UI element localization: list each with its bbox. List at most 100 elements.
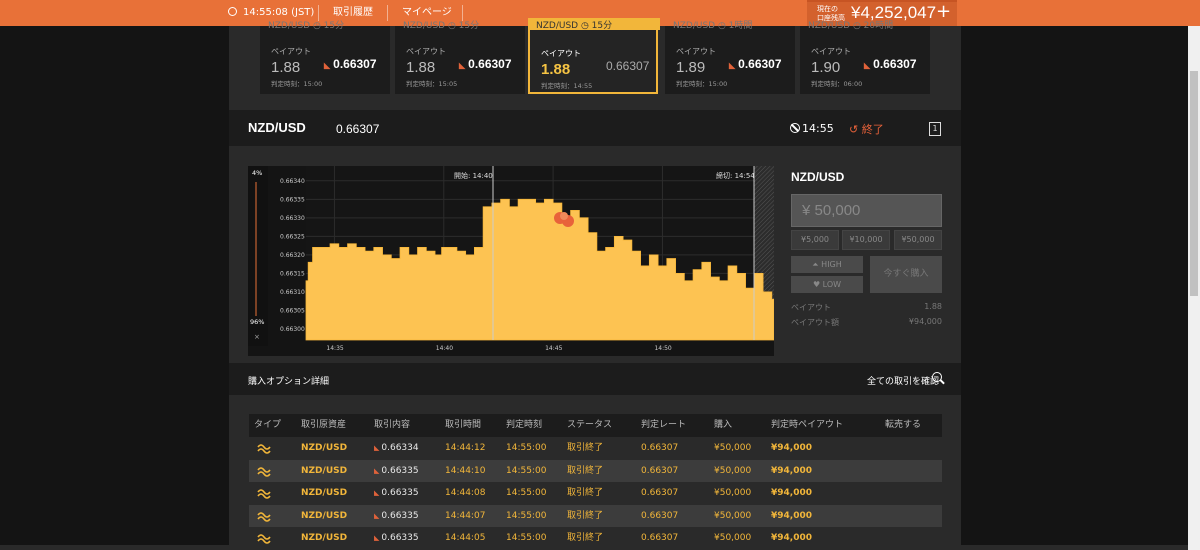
scrollbar-thumb[interactable]	[1190, 71, 1198, 296]
payout-label: ペイアウト	[676, 47, 716, 56]
amount-input[interactable]: ¥ 50,000	[791, 194, 942, 227]
y-tick-label: 0.66315	[280, 270, 305, 277]
rate-value: 0.66307	[738, 57, 782, 71]
search-icon[interactable]	[932, 372, 942, 382]
amount-chip[interactable]: ¥5,000	[791, 230, 839, 250]
col-header: 取引内容	[374, 420, 411, 430]
cell-time: 14:44:12	[445, 443, 486, 453]
payout-value: 1.90	[811, 59, 841, 76]
col-header: 判定時刻	[506, 420, 543, 430]
x-tick-label: 14:35	[326, 345, 343, 352]
cell-buy: ¥50,000	[714, 510, 752, 521]
payout-value: 1.88	[406, 59, 436, 76]
amount-chip[interactable]: ¥10,000	[842, 230, 890, 250]
asset-time-text: 14:55	[802, 122, 834, 135]
cell-content: ◣ 0.66335	[374, 460, 419, 483]
clock-icon	[228, 7, 237, 16]
payout-value: 1.88	[541, 61, 571, 78]
cell-asset: NZD/USD	[301, 465, 348, 476]
cell-asset: NZD/USD	[301, 510, 348, 521]
option-card[interactable]: NZD/USD ◷ 1時間 ペイアウト 1.89 ◣ 0.66307 判定時刻：1…	[665, 21, 795, 94]
start-label: 開始: 14:40	[454, 171, 493, 180]
table-row[interactable]: NZD/USD ◣ 0.66334 14:44:12 14:55:00 取引終了 0.663…	[249, 437, 942, 460]
col-header: 購入	[714, 420, 733, 430]
judge-time: 判定時刻：14:55	[541, 82, 593, 90]
down-arrow-icon: ◣	[324, 61, 331, 70]
table-row[interactable]: NZD/USD ◣ 0.66335 14:44:07 14:55:00 取引終了 0.663…	[249, 504, 942, 527]
down-arrow-icon: ◣	[459, 61, 466, 70]
col-header: 判定レート	[641, 420, 687, 430]
cell-content: ◣ 0.66334	[374, 437, 419, 460]
cell-asset: NZD/USD	[301, 488, 348, 498]
card-rate: ◣ 0.66307	[864, 57, 917, 71]
chart-window-icon[interactable]: 1	[929, 122, 941, 136]
x-tick-label: 14:45	[545, 345, 562, 352]
payout-value: 1.89	[676, 59, 706, 76]
all-trades-link[interactable]: 全ての取引を確認	[867, 374, 939, 387]
cell-payout: ¥94,000	[771, 443, 812, 453]
judge-time: 判定時刻：06:00	[811, 80, 863, 88]
trade-panel: NZD/USD ¥ 50,000 ¥5,000 ¥10,000 ¥50,000 …	[790, 166, 942, 356]
ratio-bottom-label: 96%	[250, 318, 264, 326]
high-label: HIGH	[821, 260, 842, 269]
table-row[interactable]: NZD/USD ◣ 0.66335 14:44:08 14:55:00 取引終了 0.663…	[249, 482, 942, 505]
payout-row-value: 1.88	[924, 302, 942, 311]
amount-chip[interactable]: ¥50,000	[894, 230, 942, 250]
option-card[interactable]: NZD/USD ◷ 15分 ペイアウト 1.88 ◣ 0.66307 判定時刻：1…	[395, 21, 525, 94]
card-rate: ◣ 0.66307	[324, 57, 377, 71]
y-tick-label: 0.66305	[280, 307, 305, 314]
cell-payout: ¥94,000	[771, 510, 812, 521]
cell-status: 取引終了	[567, 488, 604, 498]
down-arrow-icon: ◣	[729, 61, 736, 70]
up-arrow-icon: ⏶	[812, 260, 822, 269]
low-button[interactable]: ♥ LOW	[791, 276, 863, 293]
cell-buy: ¥50,000	[714, 443, 752, 453]
page-scrollbar[interactable]	[1188, 26, 1200, 550]
down-arrow-icon: ◣	[864, 61, 871, 70]
table-body: NZD/USD ◣ 0.66334 14:44:12 14:55:00 取引終了 0.663…	[249, 437, 942, 550]
clock-text: 14:55:08 (JST)	[243, 7, 315, 18]
option-card[interactable]: NZD/USD ◷ 20時間 ペイアウト 1.90 ◣ 0.66307 判定時刻：…	[800, 21, 930, 94]
ratio-top-label: 4%	[252, 169, 262, 177]
low-label: LOW	[822, 280, 842, 289]
status-ended-text: 終了	[861, 123, 884, 136]
plus-icon[interactable]: +	[936, 3, 951, 21]
card-rate: 0.66307	[606, 59, 650, 73]
cell-rate: 0.66307	[641, 465, 679, 476]
cell-text: 0.66335	[381, 465, 419, 476]
down-arrow-icon: ◣	[374, 444, 380, 452]
option-card-selected[interactable]: NZD/USD ◷ 15分 ペイアウト 1.88 0.66307 判定時刻：14…	[528, 18, 660, 94]
y-tick-label: 0.66300	[280, 326, 305, 333]
cell-buy: ¥50,000	[714, 488, 752, 498]
cell-rate: 0.66307	[641, 510, 679, 521]
cell-payout: ¥94,000	[771, 465, 812, 476]
down-arrow-icon: ◣	[374, 534, 380, 542]
cell-rate: 0.66307	[641, 488, 679, 498]
x-tick-label: 14:50	[654, 345, 671, 352]
rate-value: 0.66307	[873, 57, 917, 71]
cell-judge: 14:55:00	[506, 443, 547, 453]
heart-down-icon: ♥	[812, 280, 823, 289]
y-tick-label: 0.66340	[280, 178, 305, 185]
option-type-icon	[257, 534, 271, 544]
chart-close-icon[interactable]: ×	[254, 333, 260, 341]
payout-amount-value: ¥94,000	[908, 317, 942, 326]
table-row[interactable]: NZD/USD ◣ 0.66335 14:44:10 14:55:00 取引終了 0.663…	[249, 459, 942, 483]
option-card[interactable]: NZD/USD ◷ 15分 ペイアウト 1.88 ◣ 0.66307 判定時刻：1…	[260, 21, 390, 94]
rate-value: 0.66307	[468, 57, 512, 71]
judge-time: 判定時刻：15:00	[271, 80, 323, 88]
buy-now-button[interactable]: 今すぐ購入	[870, 256, 942, 293]
cell-rate: 0.66307	[641, 443, 679, 453]
cell-status: 取引終了	[567, 443, 604, 453]
y-tick-label: 0.66310	[280, 289, 305, 296]
option-type-icon	[257, 489, 271, 499]
asset-rate: 0.66307	[336, 122, 380, 136]
cell-text: 0.66335	[381, 510, 419, 521]
high-button[interactable]: ⏶ HIGH	[791, 256, 863, 273]
card-header: NZD/USD ◷ 20時間	[808, 21, 894, 30]
purchase-options-bar: 購入オプション詳細 全ての取引を確認	[229, 363, 961, 395]
history-icon: ↺	[849, 123, 862, 136]
card-rate: ◣ 0.66307	[459, 57, 512, 71]
cell-buy: ¥50,000	[714, 465, 752, 476]
cell-payout: ¥94,000	[771, 488, 812, 498]
